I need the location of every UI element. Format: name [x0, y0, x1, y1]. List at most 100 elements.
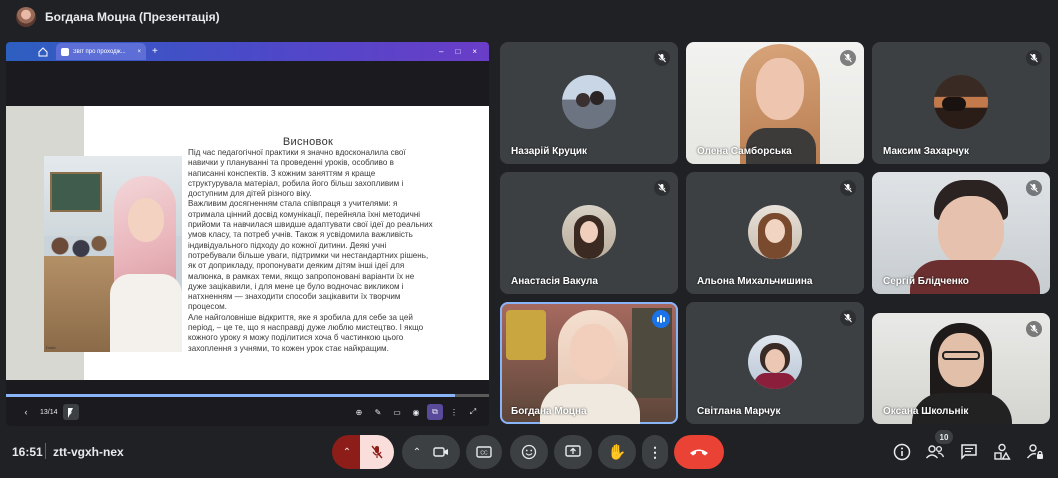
pen-icon[interactable]: ✎ [370, 404, 386, 420]
slide-page-counter: 13/14 [40, 408, 58, 416]
presenter-avatar [16, 7, 36, 27]
home-icon[interactable] [36, 45, 50, 59]
participant-tile[interactable]: Світлана Марчук [686, 302, 864, 424]
participant-name: Альона Михальчишина [697, 276, 813, 287]
present-screen-icon [565, 445, 581, 457]
participant-name: Анастасія Вакула [511, 276, 598, 287]
window-controls: – □ × [439, 47, 489, 56]
participant-tile[interactable]: Максим Захарчук [872, 42, 1050, 164]
presentation-toolbar: ‹ 13/14 › ⊕ ✎ ▭ ◉ ⧉ ⋮ ⤢ [6, 398, 489, 426]
presentation-screen[interactable]: Звіт про проходж... × + – □ × Dodo Висно… [6, 42, 489, 426]
slide-photo: Dodo [44, 156, 182, 352]
mic-off-icon [1026, 321, 1042, 337]
top-bar: Богдана Моцна (Презентація) [0, 0, 1058, 34]
mic-off-icon [840, 50, 856, 66]
minimize-icon[interactable]: – [439, 47, 443, 56]
mic-off-icon [840, 180, 856, 196]
document-icon [61, 47, 69, 56]
camera-icon [433, 447, 449, 457]
mic-off-icon [371, 445, 383, 459]
participant-tile[interactable]: Олена Самборська [686, 42, 864, 164]
previous-slide-button[interactable]: ‹ [18, 404, 34, 420]
lock-person-icon [1026, 444, 1043, 459]
participant-tile[interactable]: Назарій Круцик [500, 42, 678, 164]
raise-hand-button[interactable]: ✋ [598, 435, 636, 469]
more-vert-icon: ⋮ [648, 443, 662, 460]
participant-name: Максим Захарчук [883, 146, 969, 157]
participant-avatar [562, 205, 616, 259]
browser-tab-title: Звіт про проходж... [73, 48, 126, 55]
speaking-indicator-icon [652, 310, 670, 328]
close-tab-icon[interactable]: × [137, 49, 141, 55]
slide: Dodo Висновок Під час педагогічної практ… [6, 106, 489, 380]
captions-icon: CC [476, 446, 492, 458]
participant-tile[interactable]: Богдана Моцна [500, 302, 678, 424]
people-button[interactable] [923, 440, 947, 464]
participant-avatar [934, 75, 988, 129]
chat-icon [961, 444, 977, 460]
browser-titlebar: Звіт про проходж... × + – □ × [6, 42, 489, 61]
participant-video [506, 310, 546, 360]
more-options-button[interactable]: ⋮ [642, 435, 668, 469]
activities-button[interactable] [990, 440, 1014, 464]
participant-name: Олена Самборська [697, 146, 792, 157]
meeting-time: 16:51 [12, 445, 43, 459]
participant-tile[interactable]: Сергій Блідченко [872, 172, 1050, 294]
microphone-button[interactable] [360, 435, 394, 469]
meeting-info-button[interactable] [890, 440, 914, 464]
more-icon[interactable]: ⋮ [446, 404, 462, 420]
mic-off-icon [840, 310, 856, 326]
participant-avatar [748, 335, 802, 389]
meeting-code: ztt-vgxh-nex [53, 445, 124, 459]
hand-icon: ✋ [607, 444, 627, 461]
audio-icon[interactable]: ◉ [408, 404, 424, 420]
participant-name: Сергій Блідченко [883, 276, 969, 287]
emoji-button[interactable] [510, 435, 548, 469]
camera-button[interactable]: ⌃ [402, 435, 460, 469]
chevron-up-icon: ⌃ [342, 446, 352, 458]
present-mode-icon[interactable]: ⧉ [427, 404, 443, 420]
emoji-icon [521, 444, 537, 460]
maximize-icon[interactable]: □ [455, 47, 460, 56]
chat-button[interactable] [957, 440, 981, 464]
slide-body-text: Під час педагогічної практики я значно в… [188, 148, 433, 353]
activities-icon [994, 443, 1011, 460]
close-window-icon[interactable]: × [472, 47, 477, 56]
slide-progress-fill [6, 394, 456, 397]
browser-tab[interactable]: Звіт про проходж... × [56, 43, 146, 60]
new-tab-icon[interactable]: + [152, 46, 158, 57]
present-screen-button[interactable] [554, 435, 592, 469]
svg-text:CC: CC [480, 451, 488, 457]
participant-tile[interactable]: Оксана Школьнік [872, 313, 1050, 424]
mic-off-icon [1026, 50, 1042, 66]
zoom-icon[interactable]: ⊕ [351, 404, 367, 420]
slide-progress-bar [6, 394, 489, 397]
meeting-controls-bar: 16:51 ztt-vgxh-nex ⌃ ⌃ CC ✋ ⋮ 10 [0, 430, 1058, 478]
subtitles-icon[interactable]: ▭ [389, 404, 405, 420]
captions-button[interactable]: CC [466, 435, 502, 469]
info-icon [893, 443, 911, 461]
host-controls-button[interactable] [1023, 440, 1047, 464]
mic-off-icon [654, 50, 670, 66]
chevron-up-icon: ⌃ [412, 446, 422, 458]
divider [45, 443, 46, 459]
participant-name: Богдана Моцна [511, 406, 587, 417]
mouse-cursor [68, 408, 78, 418]
audio-options-button[interactable]: ⌃ [332, 435, 362, 469]
participant-tile[interactable]: Альона Михальчишина [686, 172, 864, 294]
participant-tile[interactable]: Анастасія Вакула [500, 172, 678, 294]
leave-call-button[interactable] [674, 435, 724, 469]
participant-avatar [748, 205, 802, 259]
presentation-title: Богдана Моцна (Презентація) [45, 10, 220, 24]
participant-name: Оксана Школьнік [883, 406, 969, 417]
photo-caption: Dodo [46, 345, 56, 350]
mic-off-icon [654, 180, 670, 196]
participant-avatar [562, 75, 616, 129]
people-icon [925, 445, 945, 459]
mic-off-icon [1026, 180, 1042, 196]
slide-title: Висновок [282, 136, 334, 148]
fullscreen-icon[interactable]: ⤢ [465, 404, 481, 420]
participant-name: Назарій Круцик [511, 146, 588, 157]
hangup-icon [690, 449, 708, 456]
participant-name: Світлана Марчук [697, 406, 781, 417]
